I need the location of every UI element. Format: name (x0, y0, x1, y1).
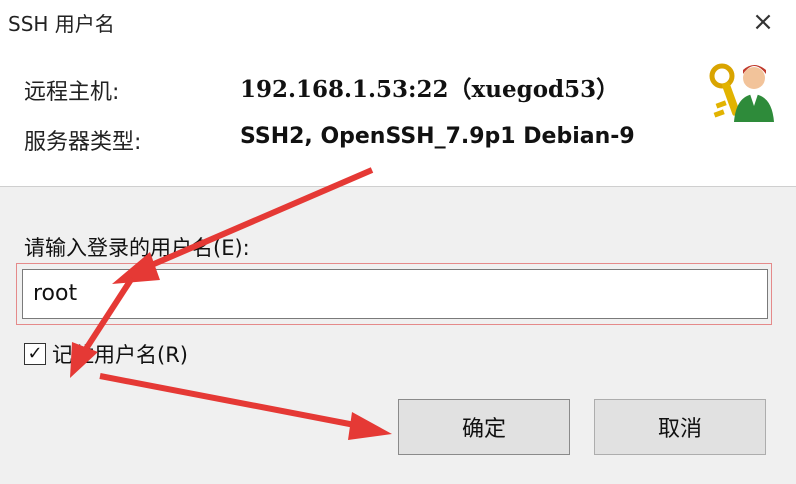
title-bar: SSH 用户名 × (0, 0, 796, 44)
window-title: SSH 用户名 (8, 12, 115, 36)
username-prompt: 请输入登录的用户名(E): (24, 236, 250, 260)
cancel-button[interactable]: 取消 (594, 399, 766, 455)
checkmark-icon: ✓ (27, 343, 43, 364)
username-input[interactable]: root (22, 269, 768, 319)
server-type-label: 服务器类型: (24, 130, 142, 155)
connection-info: 远程主机: 192.168.1.53:22（xuegod53） 服务器类型: S… (0, 44, 796, 186)
remember-username-row[interactable]: ✓ 记住用户名(R) (24, 339, 188, 369)
remember-username-checkbox[interactable]: ✓ (24, 343, 46, 365)
ok-button[interactable]: 确定 (398, 399, 570, 455)
keys-user-icon (709, 63, 774, 122)
login-form: 请输入登录的用户名(E): root ✓ 记住用户名(R) 确定 取消 (0, 187, 796, 484)
close-icon: × (752, 7, 774, 37)
host-value: 192.168.1.53:22（xuegod53） (240, 76, 620, 103)
server-type-value: SSH2, OpenSSH_7.9p1 Debian-9 (240, 124, 635, 149)
close-button[interactable]: × (748, 7, 778, 37)
remember-username-label: 记住用户名(R) (52, 343, 188, 367)
host-label: 远程主机: (24, 80, 120, 105)
